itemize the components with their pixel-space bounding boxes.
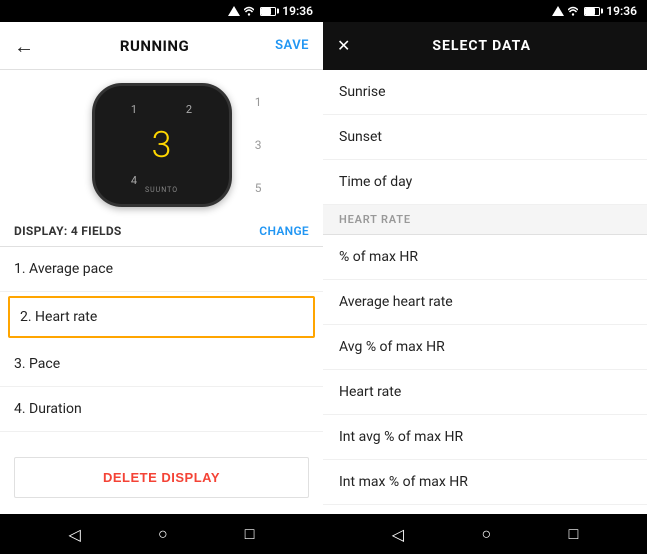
right-status-bar: 19:36 (323, 0, 647, 22)
select-item-avg-pct-max-hr[interactable]: Avg % of max HR (323, 325, 647, 370)
fields-list: 1. Average pace 2. Heart rate 3. Pace 4.… (0, 247, 323, 445)
wifi-icon (244, 6, 254, 16)
watch-container: 1 2 3 4 SUUNTO 1 3 5 (52, 80, 272, 210)
side-num-1: 1 (255, 95, 262, 109)
field-item-2[interactable]: 2. Heart rate (8, 296, 315, 338)
watch-brand: SUUNTO (145, 186, 178, 194)
nav-home-button[interactable]: ○ (158, 524, 168, 544)
left-time: 19:36 (282, 4, 313, 18)
nav-menu-button[interactable]: □ (245, 524, 255, 544)
right-nav-back-button[interactable]: ◁ (392, 525, 404, 544)
section-header-heart-rate: HEART RATE (323, 205, 647, 235)
nav-back-button[interactable]: ◁ (69, 525, 81, 544)
field-item-1[interactable]: 1. Average pace (0, 247, 323, 292)
side-num-2: 3 (255, 138, 262, 152)
signal-icon (228, 6, 240, 16)
field-item-4[interactable]: 4. Duration (0, 387, 323, 432)
left-top-bar: ← RUNNING SAVE (0, 22, 323, 70)
save-button[interactable]: SAVE (275, 38, 309, 53)
watch-face: 1 2 3 4 SUUNTO (92, 83, 232, 207)
select-item-int-avg-pct[interactable]: Int avg % of max HR (323, 415, 647, 460)
watch-cell-big: 3 (107, 124, 217, 166)
watch-area: 1 2 3 4 SUUNTO 1 3 5 (0, 70, 323, 216)
right-time: 19:36 (606, 4, 637, 18)
right-signal-icon (552, 6, 564, 16)
left-nav-bar: ◁ ○ □ (0, 514, 323, 554)
left-panel: 19:36 ← RUNNING SAVE 1 2 3 (0, 0, 323, 554)
display-bar: DISPLAY: 4 FIELDS CHANGE (0, 216, 323, 247)
delete-display-button[interactable]: DELETE DISPLAY (14, 457, 309, 498)
select-item-avg-heart-rate[interactable]: Average heart rate (323, 280, 647, 325)
select-item-pct-max-hr[interactable]: % of max HR (323, 235, 647, 280)
close-button[interactable]: ✕ (337, 38, 350, 54)
delete-btn-area: DELETE DISPLAY (0, 445, 323, 514)
right-top-bar: ✕ SELECT DATA (323, 22, 647, 70)
left-status-icons: 19:36 (228, 4, 313, 18)
select-item-heart-rate[interactable]: Heart rate (323, 370, 647, 415)
select-data-title: SELECT DATA (432, 38, 531, 54)
left-status-bar: 19:36 (0, 0, 323, 22)
page-title: RUNNING (120, 37, 189, 55)
right-status-icons: 19:36 (552, 4, 637, 18)
field-item-3[interactable]: 3. Pace (0, 342, 323, 387)
select-item-sunrise[interactable]: Sunrise (323, 70, 647, 115)
watch-cell-2: 2 (162, 95, 217, 124)
watch-grid: 1 2 3 4 (107, 95, 217, 195)
display-fields-label: DISPLAY: 4 FIELDS (14, 224, 122, 238)
right-nav-bar: ◁ ○ □ (323, 514, 647, 554)
select-item-interval-avg-hr[interactable]: Interval avg. HR (323, 505, 647, 514)
side-num-3: 5 (255, 181, 262, 195)
side-indicators: 1 3 5 (255, 80, 262, 210)
select-item-int-max-pct[interactable]: Int max % of max HR (323, 460, 647, 505)
right-nav-menu-button[interactable]: □ (569, 524, 579, 544)
select-list: Sunrise Sunset Time of day HEART RATE % … (323, 70, 647, 514)
right-nav-home-button[interactable]: ○ (481, 524, 491, 544)
back-button[interactable]: ← (14, 36, 34, 56)
select-item-sunset[interactable]: Sunset (323, 115, 647, 160)
change-button[interactable]: CHANGE (259, 224, 309, 238)
watch-cell-1: 1 (107, 95, 162, 124)
right-wifi-icon (568, 6, 578, 16)
right-battery-icon (584, 7, 600, 16)
battery-icon (260, 7, 276, 16)
right-panel: 19:36 ✕ SELECT DATA Sunrise Sunset Time … (323, 0, 647, 554)
select-item-time-of-day[interactable]: Time of day (323, 160, 647, 205)
